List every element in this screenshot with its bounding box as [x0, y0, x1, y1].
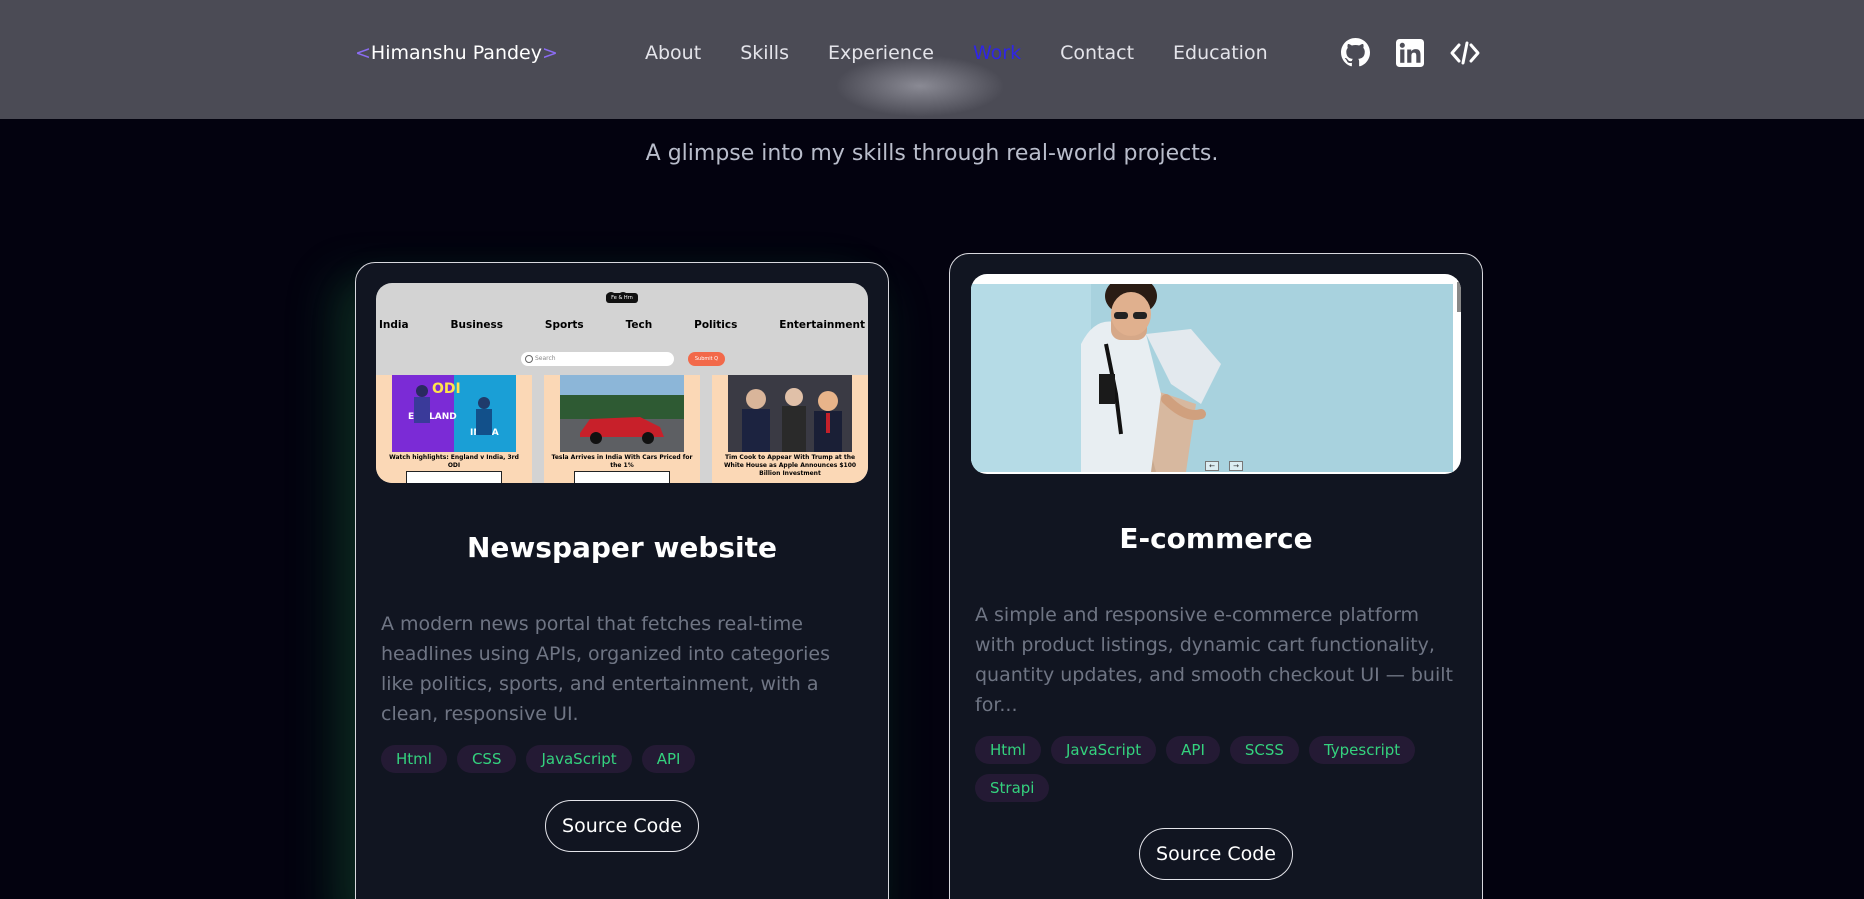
model-photo-image	[971, 284, 1453, 472]
tag-typescript: Typescript	[1308, 736, 1416, 764]
nav-link-work[interactable]: Work	[973, 42, 1021, 64]
linkedin-icon[interactable]	[1396, 38, 1424, 67]
preview-article: Tesla Arrives in India With Cars Priced …	[544, 375, 700, 483]
preview-carousel-arrows: ← →	[1205, 461, 1243, 471]
nav-link-experience[interactable]: Experience	[828, 42, 934, 64]
github-icon[interactable]	[1341, 38, 1370, 67]
preview-pill: Fe & Hrn	[606, 293, 638, 303]
preview-category-menu: India Business Sports Tech Politics Ente…	[379, 319, 868, 331]
car-image	[560, 375, 684, 452]
preview-menu-item: Entertainment	[779, 319, 865, 331]
project-tags: Html JavaScript API SCSS Typescript Stra…	[975, 736, 1455, 802]
tag-strapi: Strapi	[975, 774, 1050, 802]
logo-bracket-open: <	[355, 42, 371, 64]
preview-search-input: Search	[521, 352, 674, 366]
preview-article-title: Tim Cook to Appear With Trump at the Whi…	[723, 454, 857, 477]
project-title: Newspaper website	[466, 531, 778, 564]
project-card-ecommerce: ← → E-commerce A simple and responsive e…	[949, 253, 1483, 899]
project-card-newspaper: Fe & Hrn India Business Sports Tech Poli…	[355, 262, 889, 899]
preview-menu-item: Business	[450, 319, 503, 331]
tag-scss: SCSS	[1229, 736, 1299, 764]
code-icon[interactable]	[1450, 40, 1480, 66]
project-description: A simple and responsive e-commerce platf…	[975, 604, 1453, 716]
nav-link-contact[interactable]: Contact	[1060, 42, 1134, 64]
source-code-button[interactable]: Source Code	[545, 800, 699, 852]
preview-menu-item: Politics	[694, 319, 738, 331]
preview-scrollbar	[1457, 282, 1461, 312]
preview-menu-item: Sports	[544, 319, 584, 331]
tag-javascript: JavaScript	[1050, 736, 1157, 764]
tag-html: Html	[975, 736, 1041, 764]
nav-links: About Skills Experience Work Contact Edu…	[645, 42, 1268, 64]
preview-article-title: Watch highlights: England v India, 3rd O…	[389, 454, 519, 469]
site-logo[interactable]: <Himanshu Pandey>	[355, 42, 558, 64]
preview-article: Tim Cook to Appear With Trump at the Whi…	[712, 375, 868, 483]
arrow-left-icon: ←	[1205, 461, 1219, 471]
tag-api: API	[1166, 736, 1220, 764]
project-title: E-commerce	[1119, 522, 1313, 555]
preview-menu-item: Tech	[625, 319, 653, 331]
preview-menu-item: India	[379, 319, 409, 331]
project-description: A modern news portal that fetches real-t…	[381, 613, 830, 725]
social-icons	[1341, 38, 1480, 67]
preview-article-title: Tesla Arrives in India With Cars Priced …	[551, 454, 693, 469]
nav-link-education[interactable]: Education	[1173, 42, 1268, 64]
preview-article: ODI ENGLAND INDIA Watch highlights: Engl…	[376, 375, 532, 483]
source-code-button[interactable]: Source Code	[1139, 828, 1293, 880]
nav-link-skills[interactable]: Skills	[740, 42, 789, 64]
tag-api: API	[641, 745, 696, 773]
tag-html: Html	[381, 745, 447, 773]
logo-bracket-close: >	[542, 42, 558, 64]
logo-name: Himanshu Pandey	[370, 42, 542, 64]
tag-javascript: JavaScript	[526, 745, 632, 773]
preview-submit-button: Submit Q	[688, 352, 725, 366]
preview-article-button	[406, 471, 502, 483]
nav-link-about[interactable]: About	[645, 42, 701, 64]
cricket-image: ODI ENGLAND INDIA	[392, 375, 516, 452]
project-tags: Html CSS JavaScript API	[381, 745, 861, 773]
preview-article-button	[574, 471, 670, 483]
press-photo-image	[728, 375, 852, 452]
svg-text:ODI: ODI	[432, 381, 461, 397]
project-preview-image[interactable]: Fe & Hrn India Business Sports Tech Poli…	[376, 283, 868, 483]
navbar: <Himanshu Pandey> About Skills Experienc…	[0, 0, 1864, 119]
project-preview-image[interactable]: ← →	[971, 274, 1461, 474]
preview-top-dots	[607, 283, 637, 298]
section-subtitle: A glimpse into my skills through real-wo…	[645, 141, 1219, 166]
tag-css: CSS	[456, 745, 517, 773]
arrow-right-icon: →	[1229, 461, 1243, 471]
